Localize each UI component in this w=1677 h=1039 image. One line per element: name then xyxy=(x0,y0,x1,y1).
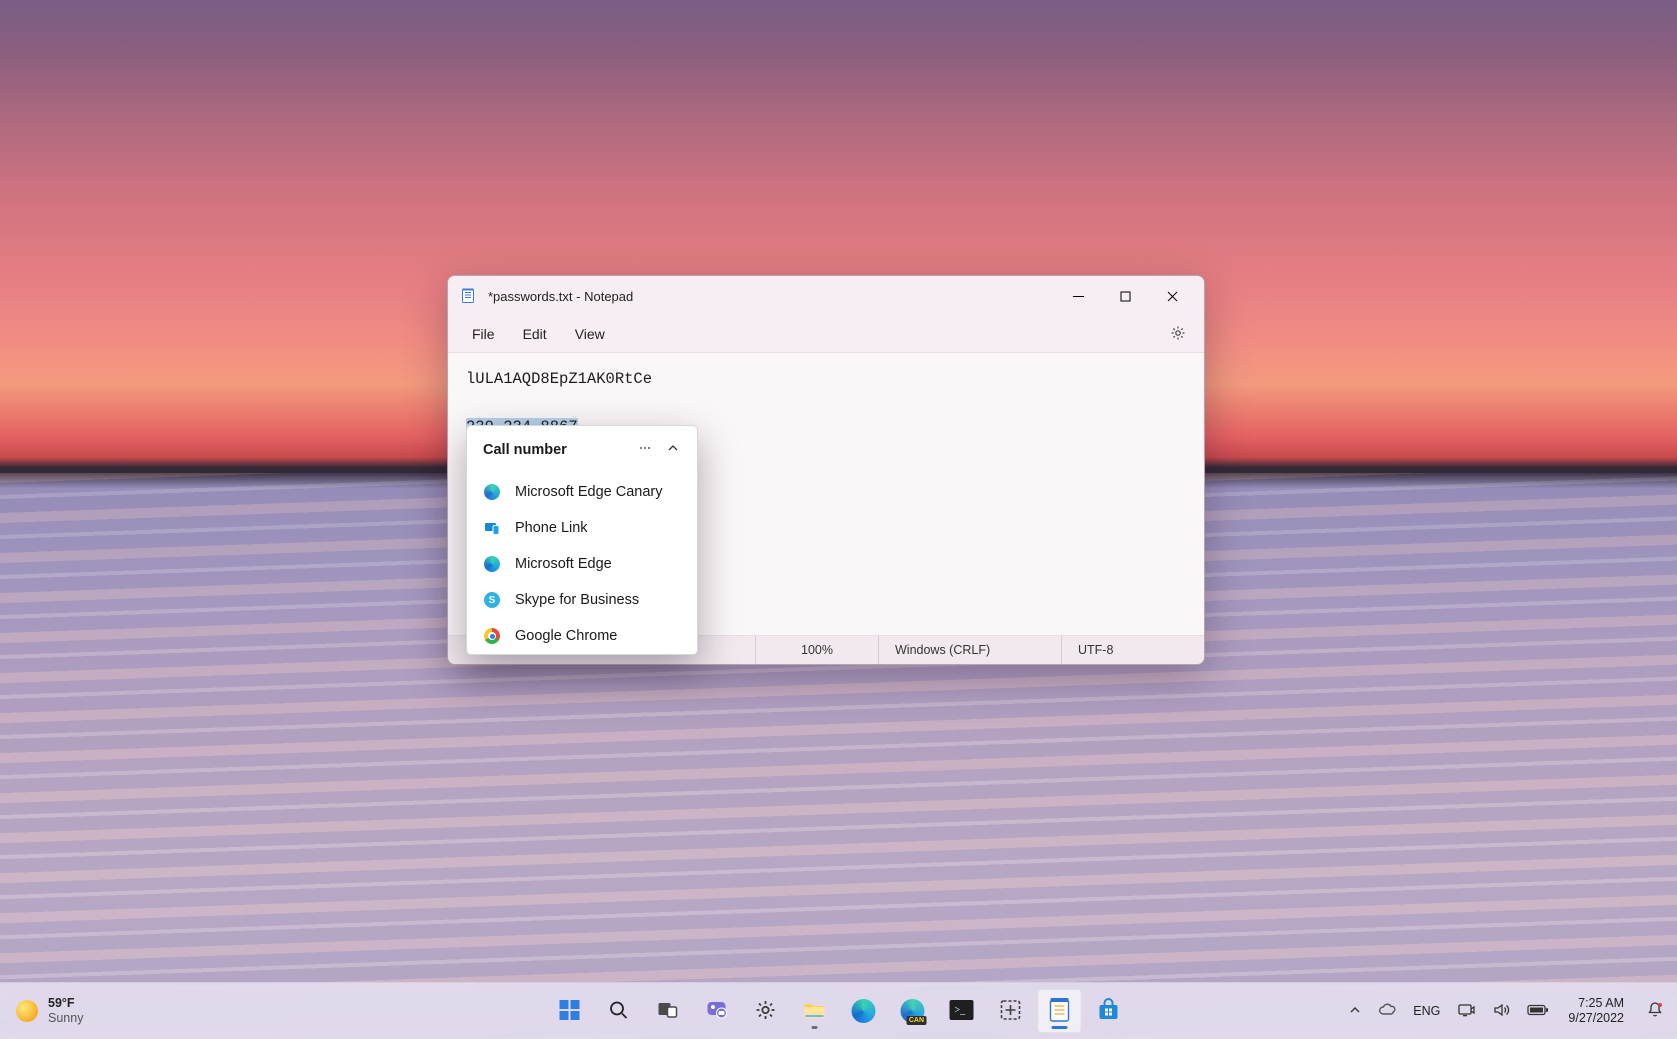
taskbar-notepad[interactable] xyxy=(1037,989,1081,1033)
notepad-icon xyxy=(460,288,476,304)
weather-temp: 59°F xyxy=(48,996,83,1011)
tray-volume[interactable] xyxy=(1488,983,1514,1039)
start-button[interactable] xyxy=(547,989,591,1033)
tray-onedrive[interactable] xyxy=(1374,983,1400,1039)
chat-icon xyxy=(704,998,728,1025)
edge-canary-icon: CAN xyxy=(900,999,924,1023)
cloud-icon xyxy=(1378,1001,1396,1022)
taskbar-store[interactable] xyxy=(1086,989,1130,1033)
windows-icon xyxy=(557,998,581,1025)
taskbar-terminal[interactable]: >_ xyxy=(939,989,983,1033)
skype-icon: S xyxy=(483,591,501,609)
gear-icon xyxy=(1170,325,1186,344)
popup-app-label: Skype for Business xyxy=(515,592,639,608)
tray-overflow[interactable] xyxy=(1345,983,1365,1039)
taskbar-weather[interactable]: 59°F Sunny xyxy=(0,996,256,1026)
popup-app-label: Google Chrome xyxy=(515,628,617,644)
editor-line xyxy=(466,391,1186,415)
popup-app-phone-link[interactable]: Phone Link xyxy=(467,510,697,546)
tray-date: 9/27/2022 xyxy=(1568,1011,1624,1026)
taskbar: 59°F Sunny xyxy=(0,982,1677,1039)
notepad-menubar: File Edit View xyxy=(448,316,1204,353)
tray-battery[interactable] xyxy=(1523,983,1553,1039)
tray-clock[interactable]: 7:25 AM 9/27/2022 xyxy=(1562,996,1630,1026)
status-encoding: UTF-8 xyxy=(1061,636,1204,664)
popup-app-label: Phone Link xyxy=(515,520,588,536)
more-icon xyxy=(638,441,652,459)
menu-file[interactable]: File xyxy=(458,320,509,348)
taskview-icon xyxy=(656,999,678,1024)
menu-view[interactable]: View xyxy=(561,320,619,348)
terminal-icon: >_ xyxy=(949,1000,973,1023)
taskbar-search[interactable] xyxy=(596,989,640,1033)
tray-network[interactable] xyxy=(1453,983,1479,1039)
taskbar-edge-canary[interactable]: CAN xyxy=(890,989,934,1033)
tray-time: 7:25 AM xyxy=(1568,996,1624,1011)
settings-icon xyxy=(753,998,777,1025)
chrome-icon xyxy=(483,627,501,645)
edge-canary-icon xyxy=(483,483,501,501)
battery-icon xyxy=(1527,1003,1549,1020)
menu-edit[interactable]: Edit xyxy=(509,320,561,348)
minimize-button[interactable] xyxy=(1055,276,1102,316)
popup-app-label: Microsoft Edge Canary xyxy=(515,484,662,500)
tray-language[interactable]: ENG xyxy=(1409,983,1444,1039)
taskbar-center: CAN >_ xyxy=(547,989,1130,1033)
file-explorer-icon xyxy=(801,997,827,1026)
weather-icon xyxy=(16,1000,38,1022)
settings-button[interactable] xyxy=(1162,318,1194,350)
tray-notifications[interactable] xyxy=(1639,1001,1671,1022)
popup-title: Call number xyxy=(483,442,631,458)
edge-icon xyxy=(851,999,875,1023)
editor-line: lULA1AQD8EpZ1AK0RtCe xyxy=(466,367,1186,391)
bell-icon xyxy=(1646,1001,1664,1022)
popup-app-edge-canary[interactable]: Microsoft Edge Canary xyxy=(467,474,697,510)
search-icon xyxy=(607,999,629,1024)
notepad-icon xyxy=(1048,997,1070,1026)
notepad-titlebar[interactable]: *passwords.txt - Notepad xyxy=(448,276,1204,316)
close-button[interactable] xyxy=(1149,276,1196,316)
taskbar-snipping[interactable] xyxy=(988,989,1032,1033)
edge-icon xyxy=(483,555,501,573)
popup-app-chrome[interactable]: Google Chrome xyxy=(467,618,697,654)
taskbar-tray: ENG 7:25 AM 9/27/2022 xyxy=(1345,983,1677,1039)
taskbar-taskview[interactable] xyxy=(645,989,689,1033)
notepad-title: *passwords.txt - Notepad xyxy=(488,289,1055,304)
snipping-tool-icon xyxy=(998,998,1022,1025)
status-eol: Windows (CRLF) xyxy=(878,636,1061,664)
taskbar-chat[interactable] xyxy=(694,989,738,1033)
svg-text:>_: >_ xyxy=(954,1005,966,1016)
maximize-button[interactable] xyxy=(1102,276,1149,316)
taskbar-explorer[interactable] xyxy=(792,989,836,1033)
status-zoom: 100% xyxy=(755,636,878,664)
popup-app-skype[interactable]: S Skype for Business xyxy=(467,582,697,618)
chevron-up-icon xyxy=(1349,1004,1361,1019)
collapse-button[interactable] xyxy=(659,437,687,463)
taskbar-settings[interactable] xyxy=(743,989,787,1033)
network-icon xyxy=(1457,1001,1475,1022)
more-button[interactable] xyxy=(631,437,659,463)
chevron-up-icon xyxy=(667,442,679,458)
popup-app-label: Microsoft Edge xyxy=(515,556,612,572)
taskbar-edge[interactable] xyxy=(841,989,885,1033)
phone-link-icon xyxy=(483,519,501,537)
smart-action-popup: Call number Microsoft Edge Canary Phone … xyxy=(466,425,698,655)
volume-icon xyxy=(1492,1001,1510,1022)
store-icon xyxy=(1096,998,1120,1025)
popup-app-edge[interactable]: Microsoft Edge xyxy=(467,546,697,582)
weather-condition: Sunny xyxy=(48,1011,83,1026)
